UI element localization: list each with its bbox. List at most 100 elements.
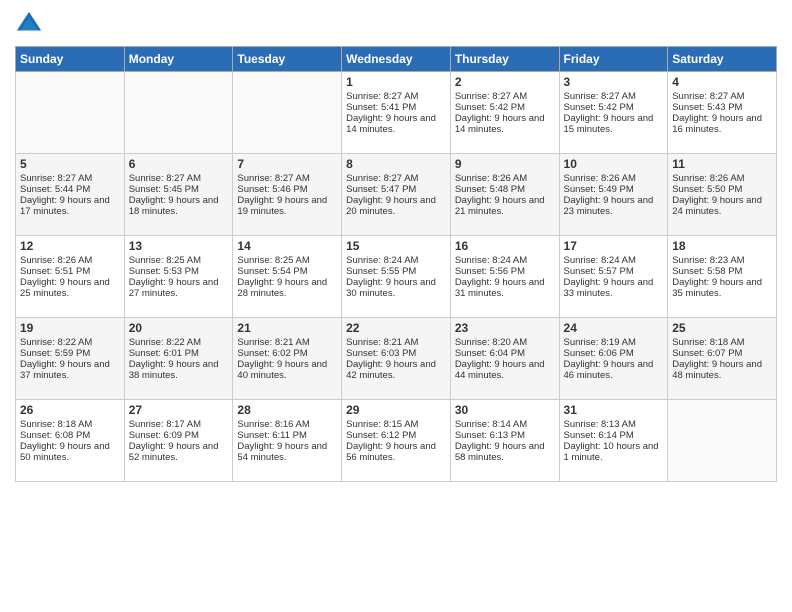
sunset-text: Sunset: 5:58 PM	[672, 266, 772, 277]
day-number: 25	[672, 321, 772, 335]
calendar-cell: 2Sunrise: 8:27 AMSunset: 5:42 PMDaylight…	[450, 72, 559, 154]
day-number: 23	[455, 321, 555, 335]
day-number: 6	[129, 157, 229, 171]
day-number: 27	[129, 403, 229, 417]
sunset-text: Sunset: 6:13 PM	[455, 430, 555, 441]
sunset-text: Sunset: 5:41 PM	[346, 102, 446, 113]
calendar-cell: 15Sunrise: 8:24 AMSunset: 5:55 PMDayligh…	[342, 236, 451, 318]
header	[15, 10, 777, 38]
day-number: 19	[20, 321, 120, 335]
calendar-cell: 7 Sunrise: 8:27 AMSunset: 5:46 PMDaylight…	[233, 154, 342, 236]
day-number: 14	[237, 239, 337, 253]
sunrise-text: Sunrise: 8:24 AM	[564, 255, 664, 266]
sunset-text: Sunset: 5:43 PM	[672, 102, 772, 113]
daylight-text: Daylight: 9 hours and 40 minutes.	[237, 359, 337, 381]
sunrise-text: Sunrise: 8:27 AM	[237, 173, 337, 184]
calendar-cell: 31Sunrise: 8:13 AMSunset: 6:14 PMDayligh…	[559, 400, 668, 482]
day-number: 28	[237, 403, 337, 417]
page: SundayMondayTuesdayWednesdayThursdayFrid…	[0, 0, 792, 612]
sunrise-text: Sunrise: 8:26 AM	[672, 173, 772, 184]
sunrise-text: Sunrise: 8:27 AM	[564, 91, 664, 102]
sunrise-text: Sunrise: 8:26 AM	[564, 173, 664, 184]
calendar-cell: 23 Sunrise: 8:20 AMSunset: 6:04 PMDayligh…	[450, 318, 559, 400]
daylight-text: Daylight: 9 hours and 48 minutes.	[672, 359, 772, 381]
daylight-text: Daylight: 9 hours and 54 minutes.	[237, 441, 337, 463]
sunrise-text: Sunrise: 8:27 AM	[129, 173, 229, 184]
day-number: 12	[20, 239, 120, 253]
sunrise-text: Sunrise: 8:17 AM	[129, 419, 229, 430]
daylight-text: Daylight: 9 hours and 46 minutes.	[564, 359, 664, 381]
weekday-header-saturday: Saturday	[668, 47, 777, 72]
calendar-table: SundayMondayTuesdayWednesdayThursdayFrid…	[15, 46, 777, 482]
calendar-cell: 26Sunrise: 8:18 AMSunset: 6:08 PMDayligh…	[16, 400, 125, 482]
sunset-text: Sunset: 5:49 PM	[564, 184, 664, 195]
calendar-cell: 6Sunrise: 8:27 AMSunset: 5:45 PMDaylight…	[124, 154, 233, 236]
sunset-text: Sunset: 5:47 PM	[346, 184, 446, 195]
daylight-text: Daylight: 9 hours and 58 minutes.	[455, 441, 555, 463]
sunrise-text: Sunrise: 8:22 AM	[129, 337, 229, 348]
logo	[15, 10, 47, 38]
calendar-cell: 14Sunrise: 8:25 AMSunset: 5:54 PMDayligh…	[233, 236, 342, 318]
day-number: 21	[237, 321, 337, 335]
daylight-text: Daylight: 9 hours and 14 minutes.	[346, 113, 446, 135]
day-number: 3	[564, 75, 664, 89]
sunrise-text: Sunrise: 8:21 AM	[346, 337, 446, 348]
day-number: 7	[237, 157, 337, 171]
day-number: 13	[129, 239, 229, 253]
logo-icon	[15, 10, 43, 38]
calendar-cell: 13Sunrise: 8:25 AMSunset: 5:53 PMDayligh…	[124, 236, 233, 318]
weekday-header-wednesday: Wednesday	[342, 47, 451, 72]
calendar-cell: 21 Sunrise: 8:21 AMSunset: 6:02 PMDayligh…	[233, 318, 342, 400]
calendar-cell: 3Sunrise: 8:27 AMSunset: 5:42 PMDaylight…	[559, 72, 668, 154]
sunrise-text: Sunrise: 8:21 AM	[237, 337, 337, 348]
daylight-text: Daylight: 9 hours and 16 minutes.	[672, 113, 772, 135]
day-number: 1	[346, 75, 446, 89]
daylight-text: Daylight: 9 hours and 35 minutes.	[672, 277, 772, 299]
daylight-text: Daylight: 9 hours and 44 minutes.	[455, 359, 555, 381]
daylight-text: Daylight: 9 hours and 52 minutes.	[129, 441, 229, 463]
calendar-cell: 30Sunrise: 8:14 AMSunset: 6:13 PMDayligh…	[450, 400, 559, 482]
sunset-text: Sunset: 5:55 PM	[346, 266, 446, 277]
daylight-text: Daylight: 9 hours and 42 minutes.	[346, 359, 446, 381]
sunrise-text: Sunrise: 8:25 AM	[129, 255, 229, 266]
weekday-header-row: SundayMondayTuesdayWednesdayThursdayFrid…	[16, 47, 777, 72]
daylight-text: Daylight: 9 hours and 21 minutes.	[455, 195, 555, 217]
day-number: 16	[455, 239, 555, 253]
calendar-cell: 5Sunrise: 8:27 AMSunset: 5:44 PMDaylight…	[16, 154, 125, 236]
day-number: 31	[564, 403, 664, 417]
day-number: 18	[672, 239, 772, 253]
sunset-text: Sunset: 5:57 PM	[564, 266, 664, 277]
daylight-text: Daylight: 9 hours and 19 minutes.	[237, 195, 337, 217]
weekday-header-monday: Monday	[124, 47, 233, 72]
daylight-text: Daylight: 9 hours and 15 minutes.	[564, 113, 664, 135]
weekday-header-sunday: Sunday	[16, 47, 125, 72]
daylight-text: Daylight: 9 hours and 25 minutes.	[20, 277, 120, 299]
day-number: 11	[672, 157, 772, 171]
weekday-header-tuesday: Tuesday	[233, 47, 342, 72]
sunrise-text: Sunrise: 8:25 AM	[237, 255, 337, 266]
sunset-text: Sunset: 5:46 PM	[237, 184, 337, 195]
calendar-cell: 27 Sunrise: 8:17 AMSunset: 6:09 PMDayligh…	[124, 400, 233, 482]
day-number: 17	[564, 239, 664, 253]
calendar-cell: 19Sunrise: 8:22 AMSunset: 5:59 PMDayligh…	[16, 318, 125, 400]
calendar-cell: 8Sunrise: 8:27 AMSunset: 5:47 PMDaylight…	[342, 154, 451, 236]
daylight-text: Daylight: 9 hours and 38 minutes.	[129, 359, 229, 381]
sunrise-text: Sunrise: 8:16 AM	[237, 419, 337, 430]
calendar-cell: 18Sunrise: 8:23 AMSunset: 5:58 PMDayligh…	[668, 236, 777, 318]
sunrise-text: Sunrise: 8:26 AM	[20, 255, 120, 266]
sunset-text: Sunset: 6:08 PM	[20, 430, 120, 441]
sunset-text: Sunset: 6:07 PM	[672, 348, 772, 359]
sunrise-text: Sunrise: 8:20 AM	[455, 337, 555, 348]
sunrise-text: Sunrise: 8:27 AM	[455, 91, 555, 102]
sunset-text: Sunset: 6:09 PM	[129, 430, 229, 441]
calendar-week-row: 1Sunrise: 8:27 AMSunset: 5:41 PMDaylight…	[16, 72, 777, 154]
sunset-text: Sunset: 6:04 PM	[455, 348, 555, 359]
daylight-text: Daylight: 9 hours and 56 minutes.	[346, 441, 446, 463]
sunset-text: Sunset: 6:02 PM	[237, 348, 337, 359]
calendar-cell: 10Sunrise: 8:26 AMSunset: 5:49 PMDayligh…	[559, 154, 668, 236]
daylight-text: Daylight: 9 hours and 37 minutes.	[20, 359, 120, 381]
sunset-text: Sunset: 6:06 PM	[564, 348, 664, 359]
calendar-cell: 22Sunrise: 8:21 AMSunset: 6:03 PMDayligh…	[342, 318, 451, 400]
day-number: 22	[346, 321, 446, 335]
calendar-cell: 25Sunrise: 8:18 AMSunset: 6:07 PMDayligh…	[668, 318, 777, 400]
